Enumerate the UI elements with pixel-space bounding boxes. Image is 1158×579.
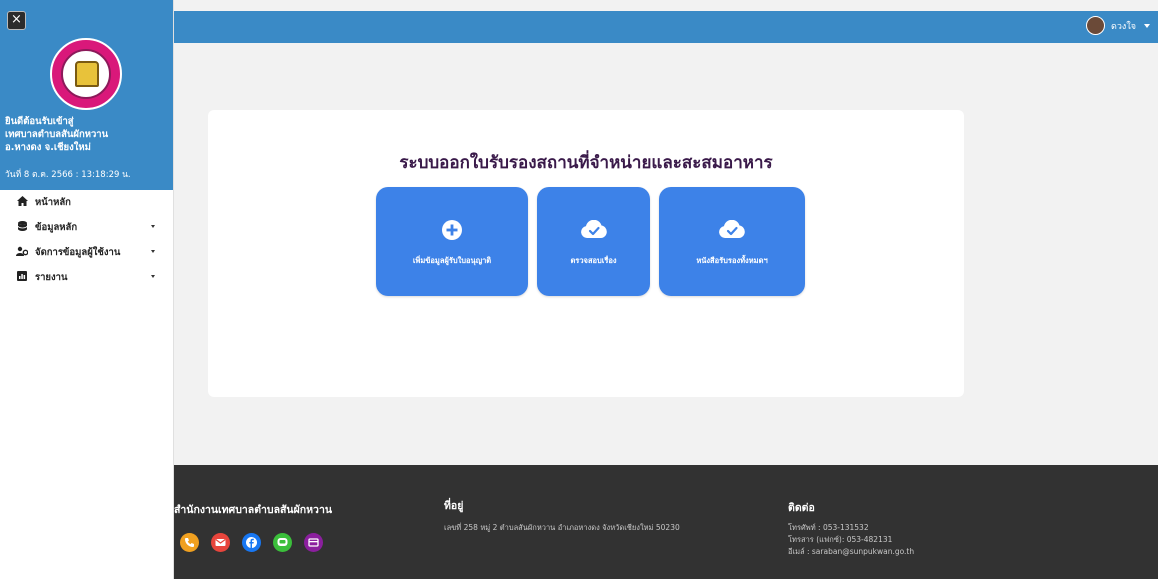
plus-circle-icon — [376, 220, 528, 240]
current-datetime: วันที่ 8 ต.ค. 2566 : 13:18:29 น. — [5, 170, 131, 180]
welcome-text: ยินดีต้อนรับเข้าสู่ เทศบาลตำบลสันผักหวาน… — [5, 115, 173, 154]
check-request-button[interactable]: ตรวจสอบเรื่อง — [537, 187, 650, 296]
footer-contact: โทรศัพท์ : 053-131532 โทรสาร (แฟกซ์): 05… — [788, 522, 914, 558]
footer-phone: โทรศัพท์ : 053-131532 — [788, 523, 869, 532]
footer-fax: โทรสาร (แฟกซ์): 053-482131 — [788, 535, 893, 544]
sidebar-item-reports[interactable]: รายงาน — [0, 265, 173, 290]
chevron-down-icon — [151, 225, 155, 228]
sidebar: × ยินดีต้อนรับเข้าสู่ เทศบาลตำบลสันผักหว… — [0, 0, 174, 579]
add-licensee-button[interactable]: เพิ่มข้อมูลผู้รับใบอนุญาติ — [376, 187, 528, 296]
avatar — [1086, 16, 1106, 35]
sidebar-header: × ยินดีต้อนรับเข้าสู่ เทศบาลตำบลสันผักหว… — [0, 0, 173, 197]
line-icon[interactable] — [273, 533, 292, 552]
footer: สำนักงานเทศบาลตำบลสันผักหวาน ที่อยู่ เลข… — [174, 465, 1158, 579]
page-title: ระบบออกใบรับรองสถานที่จำหน่ายและสะสมอาหา… — [399, 153, 773, 173]
card-icon[interactable] — [304, 533, 323, 552]
chevron-down-icon — [151, 275, 155, 278]
sidebar-item-label: จัดการข้อมูลผู้ใช้งาน — [35, 247, 121, 258]
chevron-down-icon — [151, 250, 155, 253]
footer-org-title: สำนักงานเทศบาลตำบลสันผักหวาน — [174, 504, 333, 516]
footer-address-title: ที่อยู่ — [444, 500, 464, 512]
username: ดวงใจ — [1111, 21, 1136, 32]
phone-icon[interactable] — [180, 533, 199, 552]
mail-icon[interactable] — [211, 533, 230, 552]
tile-label: เพิ่มข้อมูลผู้รับใบอนุญาติ — [412, 256, 492, 265]
tile-label: ตรวจสอบเรื่อง — [570, 256, 617, 265]
chevron-down-icon — [1144, 23, 1150, 28]
sidebar-item-label: ข้อมูลหลัก — [35, 222, 78, 233]
municipality-logo — [50, 38, 122, 110]
main-card: ระบบออกใบรับรองสถานที่จำหน่ายและสะสมอาหา… — [208, 110, 964, 397]
close-sidebar-button[interactable]: × — [7, 11, 26, 30]
chart-icon — [15, 271, 29, 284]
social-links — [180, 533, 335, 552]
footer-email[interactable]: อีเมล์ : saraban@sunpukwan.go.th — [788, 546, 914, 558]
sidebar-item-label: หน้าหลัก — [35, 197, 71, 208]
sidebar-item-user-management[interactable]: จัดการข้อมูลผู้ใช้งาน — [0, 240, 173, 265]
cloud-check-icon — [537, 220, 650, 238]
database-icon — [15, 221, 29, 234]
tile-label: หนังสือรับรองทั้งหมดฯ — [696, 256, 768, 265]
welcome-line-2: เทศบาลตำบลสันผักหวาน — [5, 129, 109, 140]
footer-address: เลขที่ 258 หมู่ 2 ตำบลสันผักหวาน อำเภอหา… — [444, 523, 680, 532]
welcome-line-1: ยินดีต้อนรับเข้าสู่ — [5, 116, 74, 127]
facebook-icon[interactable] — [242, 533, 261, 552]
footer-contact-title: ติดต่อ — [788, 502, 815, 514]
user-menu[interactable]: ดวงใจ — [1086, 16, 1150, 35]
sidebar-item-home[interactable]: หน้าหลัก — [0, 190, 173, 215]
cloud-check-icon — [659, 220, 805, 238]
top-navbar: ดวงใจ — [174, 11, 1158, 43]
sidebar-item-master-data[interactable]: ข้อมูลหลัก — [0, 215, 173, 240]
sidebar-menu: หน้าหลัก ข้อมูลหลัก จัดการข้อมูลผู้ใช้งา… — [0, 190, 173, 290]
users-cog-icon — [15, 246, 29, 259]
welcome-line-3: อ.หางดง จ.เชียงใหม่ — [5, 142, 91, 153]
all-certificates-button[interactable]: หนังสือรับรองทั้งหมดฯ — [659, 187, 805, 296]
home-icon — [15, 196, 29, 209]
sidebar-item-label: รายงาน — [35, 272, 68, 283]
